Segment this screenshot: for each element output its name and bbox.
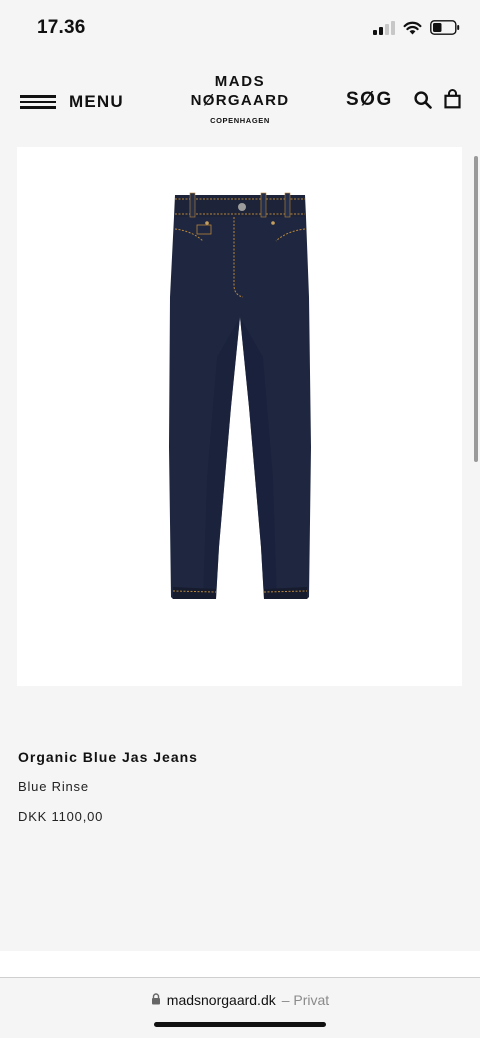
url-domain: madsnorgaard.dk bbox=[166, 992, 276, 1008]
lock-icon bbox=[151, 992, 161, 1008]
product-price: DKK 1100,00 bbox=[18, 809, 104, 824]
menu-label: MENU bbox=[69, 92, 124, 111]
url-row[interactable]: madsnorgaard.dk – Privat bbox=[0, 992, 480, 1008]
product-image[interactable] bbox=[17, 147, 462, 686]
brand-logo[interactable]: MADS NØRGAARD COPENHAGEN bbox=[180, 72, 300, 125]
search-icon[interactable] bbox=[414, 91, 432, 114]
status-bar: 17.36 bbox=[0, 0, 480, 56]
browser-address-bar[interactable]: madsnorgaard.dk – Privat bbox=[0, 978, 480, 1038]
status-time: 17.36 bbox=[37, 17, 86, 38]
jeans-illustration bbox=[169, 192, 311, 599]
home-indicator[interactable] bbox=[154, 1022, 326, 1027]
product-name[interactable]: Organic Blue Jas Jeans bbox=[18, 749, 198, 765]
logo-line-norgaard: NØRGAARD bbox=[190, 92, 290, 109]
page-scrollbar[interactable] bbox=[474, 156, 478, 462]
cellular-signal-icon bbox=[373, 20, 395, 35]
page-footer-area bbox=[0, 951, 480, 978]
hamburger-icon bbox=[20, 95, 56, 109]
logo-line-copenhagen: COPENHAGEN bbox=[210, 116, 270, 125]
product-color: Blue Rinse bbox=[18, 779, 89, 794]
search-label-button[interactable]: SØG bbox=[346, 89, 393, 111]
wifi-icon bbox=[403, 21, 422, 35]
menu-button[interactable]: MENU bbox=[20, 92, 124, 112]
battery-icon bbox=[430, 20, 460, 35]
site-header: MENU MADS NØRGAARD COPENHAGEN SØG bbox=[0, 56, 480, 146]
logo-line-mads: MADS bbox=[214, 73, 266, 90]
private-mode-label: – Privat bbox=[281, 992, 330, 1008]
shopping-bag-icon[interactable] bbox=[444, 89, 461, 114]
status-icons bbox=[373, 20, 460, 35]
